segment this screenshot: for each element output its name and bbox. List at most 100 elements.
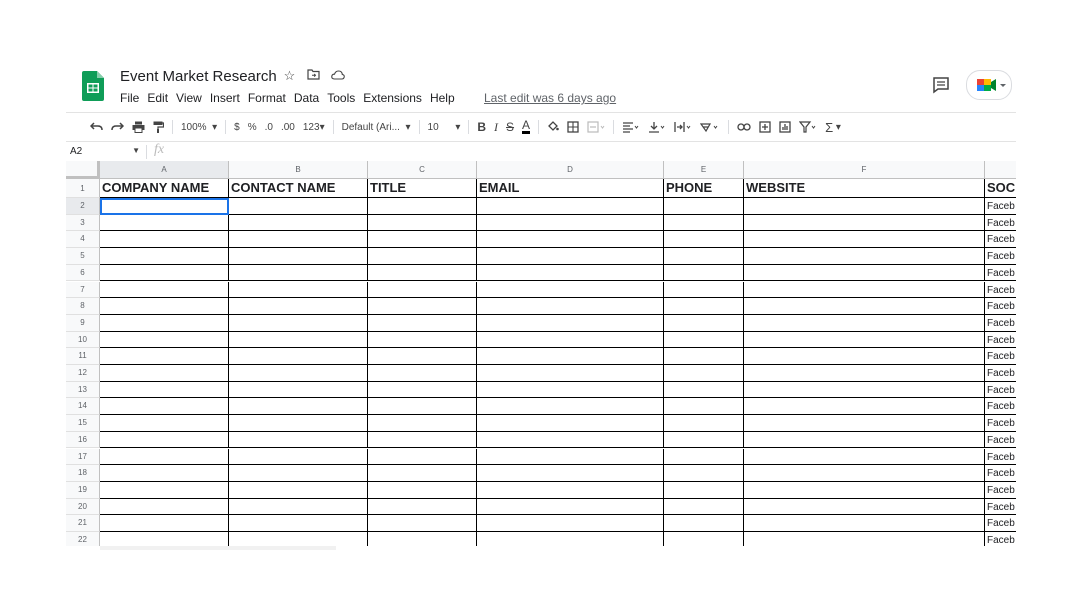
table-cell[interactable] bbox=[100, 248, 229, 265]
move-folder-icon[interactable] bbox=[306, 68, 321, 84]
filter-icon[interactable] bbox=[799, 121, 817, 133]
active-cell[interactable] bbox=[100, 198, 229, 215]
table-cell[interactable] bbox=[744, 532, 985, 546]
formula-input[interactable] bbox=[176, 143, 1006, 159]
table-cell[interactable] bbox=[100, 348, 229, 365]
table-cell[interactable] bbox=[664, 198, 744, 215]
table-cell[interactable] bbox=[664, 231, 744, 249]
table-cell[interactable] bbox=[100, 532, 229, 546]
column-header[interactable]: A bbox=[100, 161, 229, 179]
table-cell[interactable] bbox=[744, 348, 985, 365]
table-cell[interactable] bbox=[744, 498, 985, 516]
row-header[interactable]: 18 bbox=[66, 465, 100, 482]
text-wrapping-icon[interactable] bbox=[674, 121, 692, 133]
table-cell[interactable] bbox=[744, 298, 985, 315]
table-cell[interactable] bbox=[477, 198, 664, 215]
menu-format[interactable]: Format bbox=[248, 91, 286, 105]
table-cell[interactable] bbox=[477, 248, 664, 265]
borders-icon[interactable] bbox=[567, 121, 579, 133]
table-cell[interactable]: Faceb bbox=[985, 282, 1016, 299]
menu-help[interactable]: Help bbox=[430, 91, 455, 105]
row-header[interactable]: 5 bbox=[66, 248, 100, 265]
table-cell[interactable] bbox=[744, 398, 985, 416]
table-cell[interactable] bbox=[368, 348, 477, 365]
table-cell[interactable] bbox=[744, 431, 985, 449]
font-select[interactable]: Default (Ari... ▾ bbox=[342, 122, 411, 133]
select-all-corner[interactable] bbox=[66, 161, 100, 179]
table-cell[interactable] bbox=[100, 398, 229, 416]
table-cell[interactable] bbox=[100, 515, 229, 532]
table-cell[interactable] bbox=[744, 281, 985, 299]
table-cell[interactable] bbox=[229, 398, 368, 416]
table-cell[interactable] bbox=[664, 448, 744, 466]
row-header[interactable]: 13 bbox=[66, 381, 100, 399]
meet-button[interactable] bbox=[966, 70, 1012, 100]
table-cell[interactable] bbox=[229, 281, 368, 299]
table-cell[interactable] bbox=[368, 398, 477, 416]
table-cell[interactable] bbox=[664, 264, 744, 282]
table-cell[interactable] bbox=[100, 231, 229, 249]
table-cell[interactable]: Faceb bbox=[985, 482, 1016, 499]
comment-history-icon[interactable] bbox=[932, 76, 950, 94]
table-cell[interactable] bbox=[477, 214, 664, 232]
header-cell[interactable]: COMPANY NAME bbox=[100, 179, 229, 198]
table-cell[interactable]: Faceb bbox=[985, 265, 1016, 282]
table-cell[interactable] bbox=[664, 431, 744, 449]
row-header[interactable]: 15 bbox=[66, 415, 100, 432]
table-cell[interactable] bbox=[368, 298, 477, 315]
font-size-select[interactable]: 10 ▾ bbox=[428, 122, 461, 133]
table-cell[interactable] bbox=[368, 231, 477, 249]
table-cell[interactable] bbox=[100, 365, 229, 382]
table-cell[interactable] bbox=[368, 465, 477, 482]
menu-tools[interactable]: Tools bbox=[327, 91, 355, 105]
table-cell[interactable] bbox=[229, 515, 368, 532]
table-cell[interactable] bbox=[100, 481, 229, 499]
sheets-logo-icon[interactable] bbox=[82, 71, 104, 101]
decrease-decimal-button[interactable]: .0 bbox=[265, 122, 273, 133]
table-cell[interactable]: Faceb bbox=[985, 348, 1016, 365]
table-cell[interactable] bbox=[100, 314, 229, 332]
table-cell[interactable] bbox=[368, 498, 477, 516]
table-cell[interactable] bbox=[229, 431, 368, 449]
header-cell[interactable]: SOC bbox=[985, 179, 1016, 198]
header-cell[interactable]: EMAIL bbox=[477, 179, 664, 198]
row-header[interactable]: 14 bbox=[66, 398, 100, 416]
table-cell[interactable] bbox=[368, 248, 477, 265]
table-cell[interactable] bbox=[477, 465, 664, 482]
table-cell[interactable] bbox=[368, 331, 477, 349]
italic-button[interactable]: I bbox=[494, 120, 498, 135]
row-header[interactable]: 21 bbox=[66, 515, 100, 532]
table-cell[interactable] bbox=[229, 448, 368, 466]
table-cell[interactable] bbox=[368, 448, 477, 466]
table-cell[interactable] bbox=[100, 281, 229, 299]
table-cell[interactable] bbox=[744, 448, 985, 466]
table-cell[interactable] bbox=[477, 515, 664, 532]
table-cell[interactable]: Faceb bbox=[985, 248, 1016, 265]
table-cell[interactable] bbox=[477, 298, 664, 315]
column-header[interactable]: F bbox=[744, 161, 985, 179]
table-cell[interactable] bbox=[368, 415, 477, 432]
table-cell[interactable] bbox=[664, 481, 744, 499]
table-cell[interactable] bbox=[368, 264, 477, 282]
table-cell[interactable] bbox=[100, 448, 229, 466]
table-cell[interactable] bbox=[100, 498, 229, 516]
table-cell[interactable]: Faceb bbox=[985, 515, 1016, 532]
insert-comment-icon[interactable] bbox=[759, 121, 771, 133]
table-cell[interactable] bbox=[100, 214, 229, 232]
table-cell[interactable] bbox=[744, 515, 985, 532]
table-cell[interactable] bbox=[229, 214, 368, 232]
table-cell[interactable] bbox=[664, 214, 744, 232]
table-cell[interactable] bbox=[744, 248, 985, 265]
table-cell[interactable] bbox=[100, 298, 229, 315]
table-cell[interactable] bbox=[744, 465, 985, 482]
table-cell[interactable] bbox=[100, 465, 229, 482]
header-cell[interactable]: PHONE bbox=[664, 179, 744, 198]
table-cell[interactable] bbox=[477, 331, 664, 349]
table-cell[interactable]: Faceb bbox=[985, 398, 1016, 416]
redo-icon[interactable] bbox=[111, 122, 124, 132]
table-cell[interactable] bbox=[229, 298, 368, 315]
table-cell[interactable] bbox=[477, 532, 664, 546]
row-header[interactable]: 22 bbox=[66, 532, 100, 546]
table-cell[interactable] bbox=[664, 331, 744, 349]
table-cell[interactable] bbox=[477, 231, 664, 249]
